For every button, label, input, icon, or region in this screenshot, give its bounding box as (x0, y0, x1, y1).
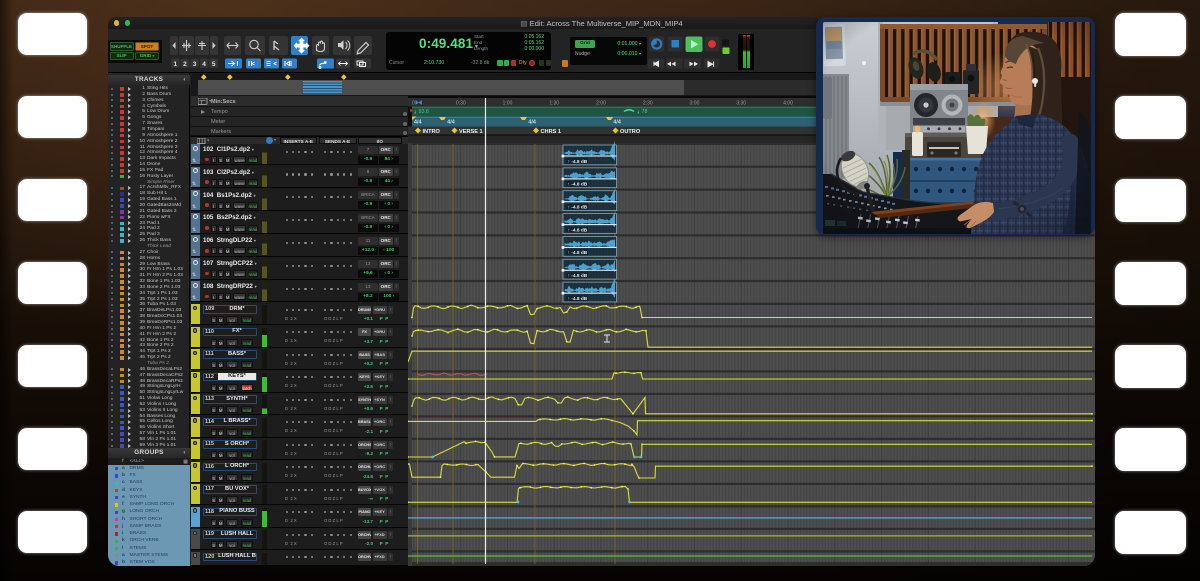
svg-text:4/4: 4/4 (414, 119, 422, 125)
svg-text:4: 4 (202, 61, 206, 68)
svg-text:3:00: 3:00 (690, 100, 700, 106)
svg-text:↑ -4.8 dB: ↑ -4.8 dB (568, 227, 588, 233)
svg-text:CHRS 1: CHRS 1 (541, 129, 562, 135)
svg-text:↑ -4.8 dB: ↑ -4.8 dB (568, 250, 588, 256)
svg-text:↑ -4.8 dB: ↑ -4.8 dB (568, 273, 588, 279)
svg-text:OUTRO: OUTRO (620, 129, 641, 135)
svg-text:INTRO: INTRO (423, 129, 441, 135)
svg-text:↑ -4.8 dB: ↑ -4.8 dB (568, 205, 588, 211)
svg-text:4/4: 4/4 (447, 119, 455, 125)
svg-text:4:00: 4:00 (783, 100, 793, 106)
svg-text:0:30: 0:30 (456, 100, 466, 106)
svg-text:↑ -4.8 dB: ↑ -4.8 dB (568, 296, 588, 302)
svg-text:4/4: 4/4 (613, 119, 621, 125)
svg-text:VERSE 1: VERSE 1 (459, 129, 483, 135)
svg-text:2:30: 2:30 (643, 100, 653, 106)
svg-text:4/4: 4/4 (528, 119, 536, 125)
svg-text:2:00: 2:00 (596, 100, 606, 106)
svg-text:78: 78 (642, 109, 648, 115)
svg-text:5: 5 (212, 61, 216, 68)
svg-text:↑ -4.8 dB: ↑ -4.8 dB (568, 182, 588, 188)
svg-text:1: 1 (173, 61, 177, 68)
svg-text:2: 2 (183, 61, 187, 68)
svg-text:↑ -4.8 dB: ↑ -4.8 dB (568, 159, 588, 165)
svg-text:3:30: 3:30 (736, 100, 746, 106)
svg-text:0: 0 (412, 100, 415, 106)
svg-text:93.6: 93.6 (419, 109, 430, 115)
svg-text:1:30: 1:30 (549, 100, 559, 106)
svg-text:3: 3 (193, 61, 197, 68)
svg-text:1:00: 1:00 (503, 100, 513, 106)
